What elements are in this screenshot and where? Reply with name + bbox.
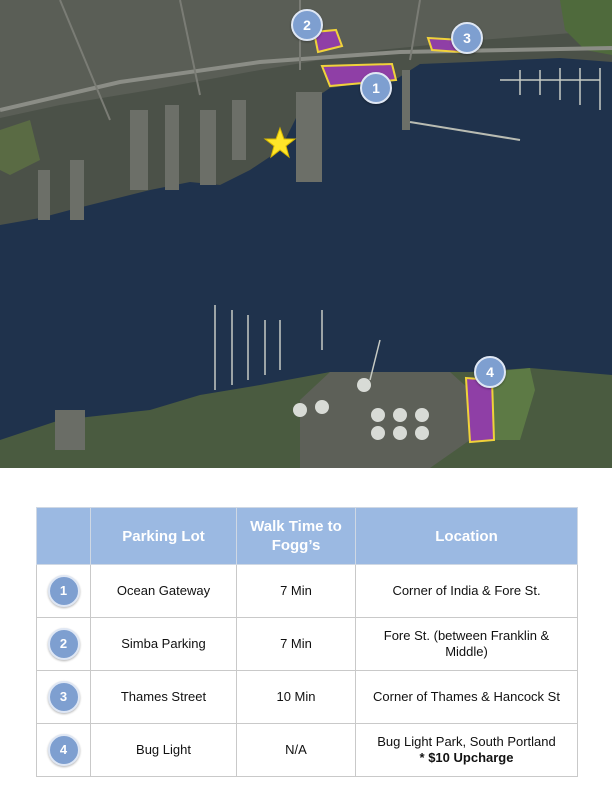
header-walk-time: Walk Time to Fogg’s (236, 507, 356, 565)
upcharge-note: * $10 Upcharge (419, 750, 514, 765)
map-marker-2: 2 (291, 9, 323, 41)
row-number-badge: 1 (47, 575, 80, 607)
map-canvas (0, 0, 612, 468)
location-text: Bug Light Park, South Portland (377, 734, 556, 749)
parking-table: Parking Lot Walk Time to Fogg’s Location… (36, 507, 578, 777)
table-row: 3 Thames Street 10 Min Corner of Thames … (36, 670, 578, 724)
cell-walk: N/A (236, 723, 356, 777)
map-marker-4: 4 (474, 356, 506, 388)
cell-location: Bug Light Park, South Portland * $10 Upc… (355, 723, 578, 777)
cell-lot: Bug Light (90, 723, 237, 777)
cell-location: Fore St. (between Franklin & Middle) (355, 617, 578, 671)
row-number-badge: 4 (47, 734, 80, 766)
cell-walk: 7 Min (236, 617, 356, 671)
cell-lot: Ocean Gateway (90, 564, 237, 618)
row-number-badge: 3 (47, 681, 80, 713)
map-marker-1: 1 (360, 72, 392, 104)
cell-lot: Thames Street (90, 670, 237, 724)
cell-location: Corner of Thames & Hancock St (355, 670, 578, 724)
table-header-row: Parking Lot Walk Time to Fogg’s Location (36, 507, 578, 565)
cell-lot: Simba Parking (90, 617, 237, 671)
row-number-badge: 2 (47, 628, 80, 660)
aerial-map: 1 2 3 4 (0, 0, 612, 468)
table-row: 4 Bug Light N/A Bug Light Park, South Po… (36, 723, 578, 777)
south-dock (55, 410, 85, 450)
table-row: 2 Simba Parking 7 Min Fore St. (between … (36, 617, 578, 671)
tank-farm (300, 372, 470, 468)
cell-location: Corner of India & Fore St. (355, 564, 578, 618)
cell-walk: 10 Min (236, 670, 356, 724)
header-location: Location (355, 507, 578, 565)
header-number (36, 507, 91, 565)
map-marker-3: 3 (451, 22, 483, 54)
header-parking-lot: Parking Lot (90, 507, 237, 565)
cell-walk: 7 Min (236, 564, 356, 618)
table-row: 1 Ocean Gateway 7 Min Corner of India & … (36, 564, 578, 618)
